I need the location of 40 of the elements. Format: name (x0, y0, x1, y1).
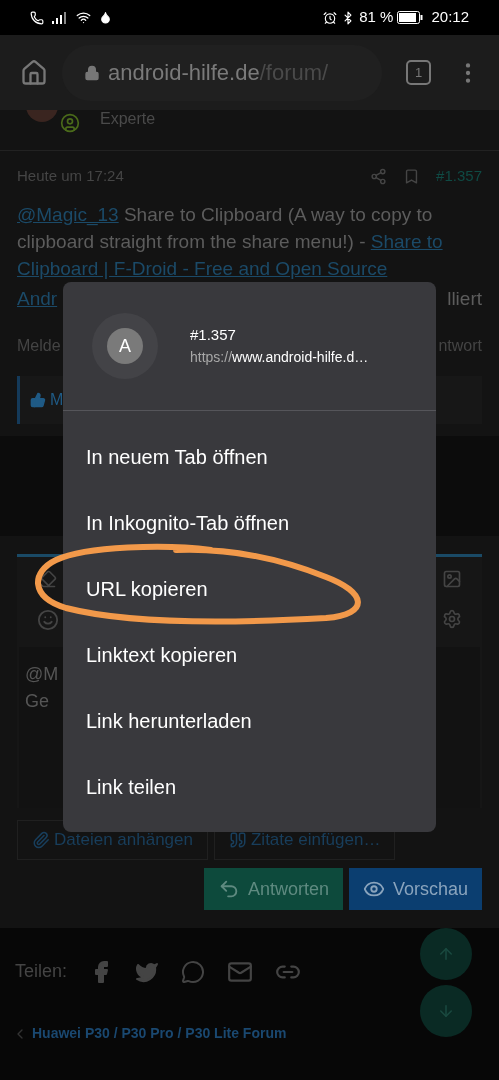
reaction-text: M (50, 390, 64, 410)
whatsapp-icon[interactable] (181, 959, 206, 984)
tab-count-button[interactable]: 1 (406, 60, 431, 85)
clock: 20:12 (431, 7, 469, 28)
site-avatar: A (92, 313, 158, 379)
paperclip-icon (32, 831, 50, 849)
wifi-icon (76, 10, 91, 25)
quote-icon (228, 831, 247, 849)
gear-icon[interactable] (442, 609, 462, 629)
scroll-down-button[interactable] (420, 985, 472, 1037)
menu-item[interactable]: Linktext kopieren (63, 622, 436, 688)
post-text-line: clipboard straight from the share menu!) - Share to (17, 230, 444, 254)
menu-item[interactable]: In Inkognito-Tab öffnen (63, 490, 436, 556)
menu-item[interactable]: Link teilen (63, 754, 436, 820)
battery-icon (397, 11, 424, 24)
share-icon[interactable] (370, 167, 388, 185)
user-icon (60, 113, 80, 133)
preview-button[interactable]: Vorschau (348, 868, 482, 910)
lock-icon (84, 64, 100, 81)
menu-item[interactable]: Link herunterladen (63, 688, 436, 754)
post-text-line: @Magic_13 Share to Clipboard (A way to copy to (17, 203, 434, 228)
drop-icon (99, 11, 112, 24)
link-title: #1.357 (190, 325, 237, 346)
signal-icon (52, 11, 68, 24)
post-text-line: Clipboard | F-Droid - Free and Open Source (17, 257, 389, 281)
reply-button[interactable]: Antworten (203, 868, 343, 910)
share-label: Teilen: (15, 960, 68, 983)
alarm-icon (323, 10, 338, 25)
arrow-down-icon (437, 1002, 455, 1020)
menu-item[interactable]: URL kopieren (63, 556, 436, 622)
post-text: lliert (447, 287, 482, 311)
link-url: https://www.android-hilfe.d… (190, 347, 369, 367)
like-icon (30, 392, 46, 408)
scroll-up-button[interactable] (420, 928, 472, 980)
image-icon[interactable] (442, 569, 462, 589)
post-link[interactable]: Andr (17, 285, 58, 312)
battery-percent: 81 % (359, 7, 394, 28)
menu-item[interactable]: In neuem Tab öffnen (63, 424, 436, 490)
breadcrumb-link[interactable]: Huawei P30 / P30 Pro / P30 Lite Forum (32, 1023, 287, 1044)
smiley-icon[interactable] (37, 609, 59, 631)
